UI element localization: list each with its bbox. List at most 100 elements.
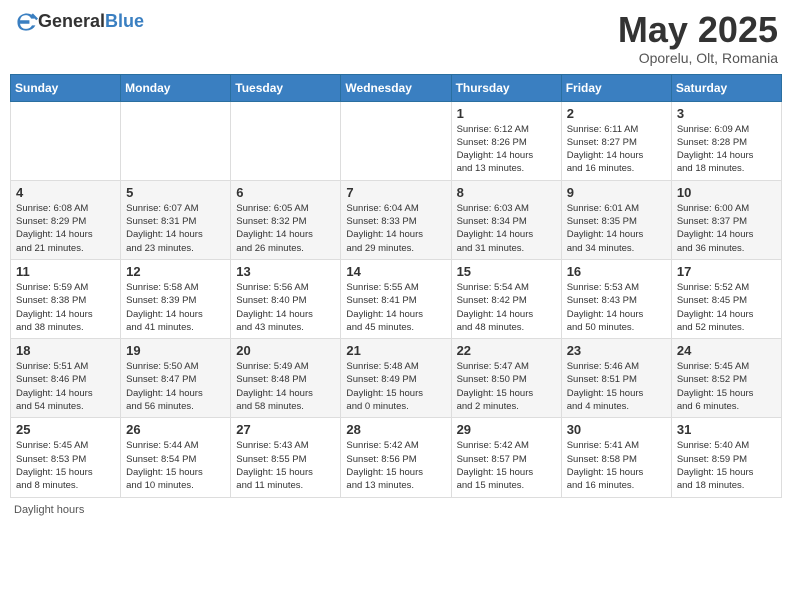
calendar-week-row: 25 Sunrise: 5:45 AM Sunset: 8:53 PM Dayli… [11, 418, 782, 497]
calendar-cell: 31Sunrise: 5:40 AM Sunset: 8:59 PM Dayli… [671, 418, 781, 497]
calendar-cell: 22 Sunrise: 5:47 AM Sunset: 8:50 PM Dayli… [451, 339, 561, 418]
day-number: 19 [126, 343, 225, 358]
day-number: 13 [236, 264, 335, 279]
calendar-cell [341, 101, 451, 180]
calendar-table: SundayMondayTuesdayWednesdayThursdayFrid… [10, 74, 782, 498]
calendar-cell: 16 Sunrise: 5:53 AM Sunset: 8:43 PM Dayli… [561, 259, 671, 338]
day-number: 25 [16, 422, 115, 437]
day-number: 20 [236, 343, 335, 358]
day-info: Sunrise: 5:47 AM Sunset: 8:50 PM Dayligh… [457, 360, 556, 413]
day-info: Sunrise: 5:51 AM Sunset: 8:46 PM Dayligh… [16, 360, 115, 413]
calendar-cell: 27Sunrise: 5:43 AM Sunset: 8:55 PM Dayli… [231, 418, 341, 497]
day-number: 3 [677, 106, 776, 121]
calendar-title: May 2025 [618, 10, 778, 50]
day-number: 1 [457, 106, 556, 121]
day-info: Sunrise: 5:46 AM Sunset: 8:51 PM Dayligh… [567, 360, 666, 413]
day-info: Sunrise: 6:05 AM Sunset: 8:32 PM Dayligh… [236, 202, 335, 255]
day-number: 9 [567, 185, 666, 200]
day-info: Sunrise: 6:08 AM Sunset: 8:29 PM Dayligh… [16, 202, 115, 255]
day-info: Sunrise: 5:58 AM Sunset: 8:39 PM Dayligh… [126, 281, 225, 334]
calendar-week-row: 11Sunrise: 5:59 AM Sunset: 8:38 PM Dayli… [11, 259, 782, 338]
calendar-cell: 4Sunrise: 6:08 AM Sunset: 8:29 PM Daylig… [11, 180, 121, 259]
calendar-cell: 18 Sunrise: 5:51 AM Sunset: 8:46 PM Dayli… [11, 339, 121, 418]
day-info: Sunrise: 6:11 AM Sunset: 8:27 PM Dayligh… [567, 123, 666, 176]
calendar-cell: 9 Sunrise: 6:01 AM Sunset: 8:35 PM Daylig… [561, 180, 671, 259]
day-number: 6 [236, 185, 335, 200]
day-number: 31 [677, 422, 776, 437]
footer: Daylight hours [10, 504, 782, 516]
day-number: 10 [677, 185, 776, 200]
day-number: 14 [346, 264, 445, 279]
day-info: Sunrise: 5:48 AM Sunset: 8:49 PM Dayligh… [346, 360, 445, 413]
calendar-cell: 6 Sunrise: 6:05 AM Sunset: 8:32 PM Daylig… [231, 180, 341, 259]
day-number: 29 [457, 422, 556, 437]
calendar-cell: 11Sunrise: 5:59 AM Sunset: 8:38 PM Dayli… [11, 259, 121, 338]
calendar-cell: 3 Sunrise: 6:09 AM Sunset: 8:28 PM Daylig… [671, 101, 781, 180]
day-number: 5 [126, 185, 225, 200]
calendar-cell: 8Sunrise: 6:03 AM Sunset: 8:34 PM Daylig… [451, 180, 561, 259]
calendar-cell: 24Sunrise: 5:45 AM Sunset: 8:52 PM Dayli… [671, 339, 781, 418]
day-info: Sunrise: 6:09 AM Sunset: 8:28 PM Dayligh… [677, 123, 776, 176]
day-number: 22 [457, 343, 556, 358]
calendar-cell: 17 Sunrise: 5:52 AM Sunset: 8:45 PM Dayli… [671, 259, 781, 338]
day-info: Sunrise: 6:00 AM Sunset: 8:37 PM Dayligh… [677, 202, 776, 255]
calendar-cell: 29 Sunrise: 5:42 AM Sunset: 8:57 PM Dayli… [451, 418, 561, 497]
day-number: 23 [567, 343, 666, 358]
day-info: Sunrise: 6:04 AM Sunset: 8:33 PM Dayligh… [346, 202, 445, 255]
weekday-header-tuesday: Tuesday [231, 74, 341, 101]
day-info: Sunrise: 5:59 AM Sunset: 8:38 PM Dayligh… [16, 281, 115, 334]
logo: GeneralBlue [14, 10, 144, 34]
calendar-cell: 26 Sunrise: 5:44 AM Sunset: 8:54 PM Dayli… [121, 418, 231, 497]
title-block: May 2025 Oporelu, Olt, Romania [618, 10, 778, 66]
day-info: Sunrise: 5:55 AM Sunset: 8:41 PM Dayligh… [346, 281, 445, 334]
day-info: Sunrise: 5:53 AM Sunset: 8:43 PM Dayligh… [567, 281, 666, 334]
day-info: Sunrise: 5:43 AM Sunset: 8:55 PM Dayligh… [236, 439, 335, 492]
day-number: 17 [677, 264, 776, 279]
day-info: Sunrise: 6:03 AM Sunset: 8:34 PM Dayligh… [457, 202, 556, 255]
calendar-cell: 14 Sunrise: 5:55 AM Sunset: 8:41 PM Dayli… [341, 259, 451, 338]
calendar-cell: 25 Sunrise: 5:45 AM Sunset: 8:53 PM Dayli… [11, 418, 121, 497]
calendar-cell: 20 Sunrise: 5:49 AM Sunset: 8:48 PM Dayli… [231, 339, 341, 418]
calendar-cell: 15 Sunrise: 5:54 AM Sunset: 8:42 PM Dayli… [451, 259, 561, 338]
day-info: Sunrise: 5:49 AM Sunset: 8:48 PM Dayligh… [236, 360, 335, 413]
weekday-header-thursday: Thursday [451, 74, 561, 101]
day-number: 12 [126, 264, 225, 279]
day-number: 18 [16, 343, 115, 358]
weekday-header-monday: Monday [121, 74, 231, 101]
day-info: Sunrise: 6:01 AM Sunset: 8:35 PM Dayligh… [567, 202, 666, 255]
calendar-cell: 28Sunrise: 5:42 AM Sunset: 8:56 PM Dayli… [341, 418, 451, 497]
calendar-cell: 30 Sunrise: 5:41 AM Sunset: 8:58 PM Dayli… [561, 418, 671, 497]
day-number: 7 [346, 185, 445, 200]
day-info: Sunrise: 5:52 AM Sunset: 8:45 PM Dayligh… [677, 281, 776, 334]
daylight-hours-label: Daylight hours [14, 504, 84, 516]
calendar-cell [231, 101, 341, 180]
calendar-cell: 2 Sunrise: 6:11 AM Sunset: 8:27 PM Daylig… [561, 101, 671, 180]
weekday-header-friday: Friday [561, 74, 671, 101]
day-info: Sunrise: 5:50 AM Sunset: 8:47 PM Dayligh… [126, 360, 225, 413]
day-info: Sunrise: 5:42 AM Sunset: 8:57 PM Dayligh… [457, 439, 556, 492]
day-number: 15 [457, 264, 556, 279]
calendar-week-row: 4Sunrise: 6:08 AM Sunset: 8:29 PM Daylig… [11, 180, 782, 259]
day-info: Sunrise: 5:54 AM Sunset: 8:42 PM Dayligh… [457, 281, 556, 334]
calendar-cell: 21Sunrise: 5:48 AM Sunset: 8:49 PM Dayli… [341, 339, 451, 418]
day-number: 2 [567, 106, 666, 121]
day-info: Sunrise: 5:42 AM Sunset: 8:56 PM Dayligh… [346, 439, 445, 492]
day-info: Sunrise: 5:45 AM Sunset: 8:52 PM Dayligh… [677, 360, 776, 413]
day-number: 26 [126, 422, 225, 437]
day-info: Sunrise: 5:45 AM Sunset: 8:53 PM Dayligh… [16, 439, 115, 492]
day-info: Sunrise: 5:44 AM Sunset: 8:54 PM Dayligh… [126, 439, 225, 492]
calendar-cell: 10 Sunrise: 6:00 AM Sunset: 8:37 PM Dayli… [671, 180, 781, 259]
calendar-cell: 13Sunrise: 5:56 AM Sunset: 8:40 PM Dayli… [231, 259, 341, 338]
weekday-header-sunday: Sunday [11, 74, 121, 101]
logo-blue-text: Blue [105, 11, 144, 31]
logo-icon [14, 10, 38, 34]
day-number: 16 [567, 264, 666, 279]
calendar-cell: 1Sunrise: 6:12 AM Sunset: 8:26 PM Daylig… [451, 101, 561, 180]
calendar-week-row: 1Sunrise: 6:12 AM Sunset: 8:26 PM Daylig… [11, 101, 782, 180]
calendar-cell: 23 Sunrise: 5:46 AM Sunset: 8:51 PM Dayli… [561, 339, 671, 418]
calendar-cell [121, 101, 231, 180]
weekday-header-saturday: Saturday [671, 74, 781, 101]
day-number: 30 [567, 422, 666, 437]
day-info: Sunrise: 5:41 AM Sunset: 8:58 PM Dayligh… [567, 439, 666, 492]
calendar-header-row: SundayMondayTuesdayWednesdayThursdayFrid… [11, 74, 782, 101]
